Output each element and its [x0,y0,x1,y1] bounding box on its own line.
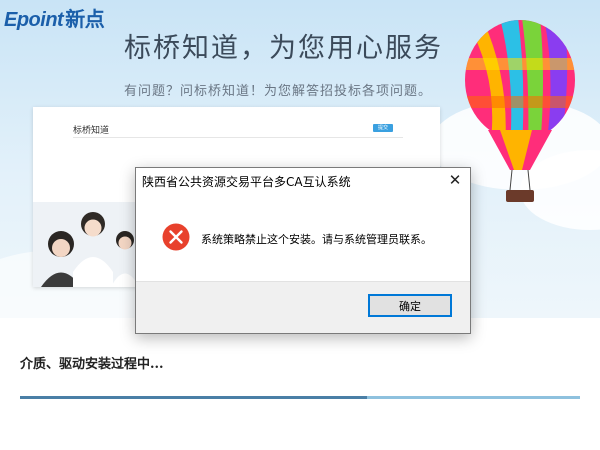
brand-logo-cn: 新点 [65,9,105,31]
preview-button: 提交 [373,124,393,132]
install-progress-bar [20,396,580,399]
brand-logo: Epoint 新点 [4,3,105,32]
preview-divider [73,137,403,138]
dialog-footer: 确定 [136,281,470,333]
banner-subline: 有问题？问标桥知道！为您解答招投标各项问题。 [124,84,433,99]
dialog-message: 系统策略禁止这个安装。请与系统管理员联系。 [201,233,432,246]
error-icon [162,223,190,251]
preview-title: 标桥知道 [73,126,110,136]
hot-air-balloon-illustration [465,20,575,202]
close-icon[interactable]: ✕ [442,169,468,191]
ok-button[interactable]: 确定 [368,294,452,317]
brand-logo-latin: Epoint [4,9,64,31]
error-dialog: 陕西省公共资源交易平台多CA互认系统 ✕ 系统策略禁止这个安装。请与系统管理员联… [135,167,471,334]
install-progress-fill [20,396,368,399]
banner-headline: 标桥知道，为您用心服务 [124,33,443,64]
dialog-title: 陕西省公共资源交易平台多CA互认系统 [142,175,351,189]
install-status-text: 介质、驱动安装过程中... [20,357,164,372]
